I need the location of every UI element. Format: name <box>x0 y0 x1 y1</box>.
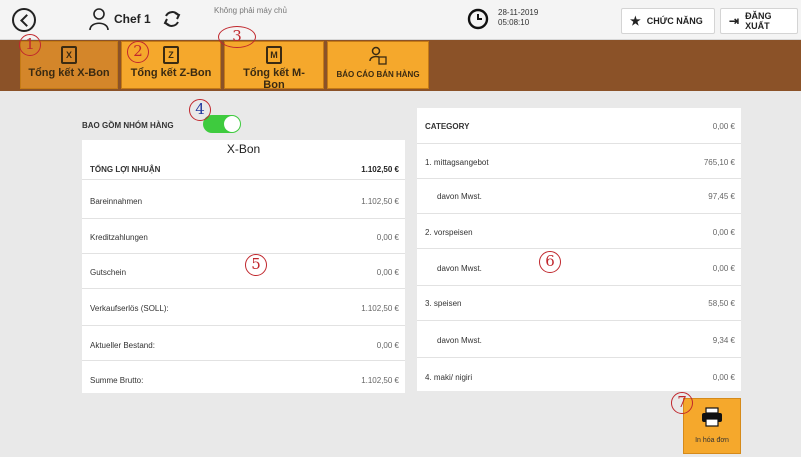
logout-button[interactable]: ⇥ ĐĂNG XUẤT <box>720 8 798 34</box>
tab-sales-report[interactable]: BÁO CÁO BÁN HÀNG <box>327 41 429 89</box>
annotation-marker-7: 7 <box>671 392 693 414</box>
logout-icon: ⇥ <box>729 14 740 28</box>
row-label: Kreditzahlungen <box>90 233 148 242</box>
total-value: 1.102,50 € <box>361 165 399 174</box>
user-report-icon <box>369 46 387 65</box>
row-label: 4. maki/ nigiri <box>425 373 473 382</box>
row-value: 0,00 € <box>712 264 735 273</box>
table-row: Summe Brutto: 1.102,50 € <box>82 361 405 393</box>
row-label: Bareinnahmen <box>90 197 143 206</box>
row-label: Aktueller Bestand: <box>90 341 155 350</box>
row-label: Gutschein <box>90 268 127 277</box>
table-row: davon Mwst. 9,34 € <box>417 321 741 358</box>
row-value: 1.102,50 € <box>361 376 399 385</box>
annotation-marker-3: 3 <box>218 26 256 48</box>
user-icon <box>89 8 109 31</box>
tab-label: Tổng kết M-Bon <box>243 67 305 91</box>
annotation-marker-1: 1 <box>19 34 41 56</box>
tab-m-bon[interactable]: M Tổng kết M-Bon <box>224 41 324 91</box>
row-value: 9,34 € <box>712 336 735 345</box>
table-row: 4. maki/ nigiri 0,00 € <box>417 358 741 391</box>
row-value: 97,45 € <box>708 192 735 201</box>
time-text: 05:08:10 <box>498 18 530 27</box>
row-value: 1.102,50 € <box>361 304 399 313</box>
row-value: 0,00 € <box>712 228 735 237</box>
row-value: 0,00 € <box>376 341 399 350</box>
print-label: In hóa đơn <box>695 437 729 444</box>
row-label: Verkaufserlös (SOLL): <box>90 304 169 313</box>
row-label: davon Mwst. <box>437 336 482 345</box>
functions-button[interactable]: ★ CHỨC NĂNG <box>621 8 715 34</box>
table-row: Verkaufserlös (SOLL): 1.102,50 € <box>82 289 405 326</box>
row-value: 0,00 € <box>376 268 399 277</box>
row-value: 0,00 € <box>712 122 735 131</box>
row-label: CATEGORY <box>425 122 470 131</box>
x-bon-summary-panel: X-Bon TỔNG LỢI NHUẬN 1.102,50 € Bareinna… <box>82 140 405 393</box>
sync-icon[interactable] <box>160 7 184 31</box>
category-panel: CATEGORY 0,00 € 1. mittagsangebot 765,10… <box>417 108 741 391</box>
server-status: Không phải máy chủ <box>214 6 287 15</box>
row-label: davon Mwst. <box>437 264 482 273</box>
category-header-row: CATEGORY 0,00 € <box>417 108 741 144</box>
total-row: TỔNG LỢI NHUẬN 1.102,50 € <box>82 156 405 180</box>
annotation-marker-6: 6 <box>539 251 561 273</box>
x-doc-icon: X <box>61 46 77 64</box>
include-groups-toggle[interactable] <box>203 115 241 133</box>
user-name: Chef 1 <box>114 12 151 26</box>
table-row: Kreditzahlungen 0,00 € <box>82 219 405 254</box>
row-label: 1. mittagsangebot <box>425 158 489 167</box>
panel-title: X-Bon <box>226 142 261 156</box>
z-doc-icon: Z <box>163 46 179 64</box>
table-row: Aktueller Bestand: 0,00 € <box>82 326 405 361</box>
clock-icon <box>467 8 489 30</box>
table-row: 1. mittagsangebot 765,10 € <box>417 144 741 179</box>
tab-label: BÁO CÁO BÁN HÀNG <box>336 70 420 79</box>
row-value: 0,00 € <box>376 233 399 242</box>
tab-label: Tổng kết X-Bon <box>28 67 110 79</box>
m-doc-icon: M <box>266 46 282 64</box>
logout-label: ĐĂNG XUẤT <box>745 11 772 31</box>
annotation-marker-5: 5 <box>245 254 267 276</box>
row-value: 765,10 € <box>703 158 735 167</box>
tab-label: Tổng kết Z-Bon <box>130 67 212 79</box>
row-label: 2. vorspeisen <box>425 228 473 237</box>
table-row: 2. vorspeisen 0,00 € <box>417 214 741 249</box>
annotation-marker-4: 4 <box>189 99 211 121</box>
table-row: davon Mwst. 0,00 € <box>417 249 741 286</box>
row-label: Summe Brutto: <box>90 376 144 385</box>
total-label: TỔNG LỢI NHUẬN <box>90 165 161 174</box>
row-label: 3. speisen <box>425 299 462 308</box>
row-label: davon Mwst. <box>437 192 482 201</box>
back-icon[interactable] <box>12 8 36 32</box>
row-value: 58,50 € <box>708 299 735 308</box>
table-row: 3. speisen 58,50 € <box>417 286 741 321</box>
top-bar: Chef 1 Không phải máy chủ 28-11-2019 05:… <box>0 0 801 40</box>
datetime: 28-11-2019 05:08:10 <box>498 8 538 28</box>
include-groups-label: BAO GỒM NHÓM HÀNG <box>82 121 174 130</box>
star-icon: ★ <box>630 14 641 28</box>
printer-icon <box>702 407 722 427</box>
row-value: 1.102,50 € <box>361 197 399 206</box>
date-text: 28-11-2019 <box>498 8 539 17</box>
table-row: davon Mwst. 97,45 € <box>417 179 741 214</box>
report-tabs: X Tổng kết X-Bon Z Tổng kết Z-Bon M Tổng… <box>0 40 801 91</box>
table-row: Bareinnahmen 1.102,50 € <box>82 184 405 219</box>
row-value: 0,00 € <box>712 373 735 382</box>
annotation-marker-2: 2 <box>127 41 149 63</box>
table-row: Gutschein 0,00 € <box>82 254 405 289</box>
functions-label: CHỨC NĂNG <box>646 16 703 26</box>
